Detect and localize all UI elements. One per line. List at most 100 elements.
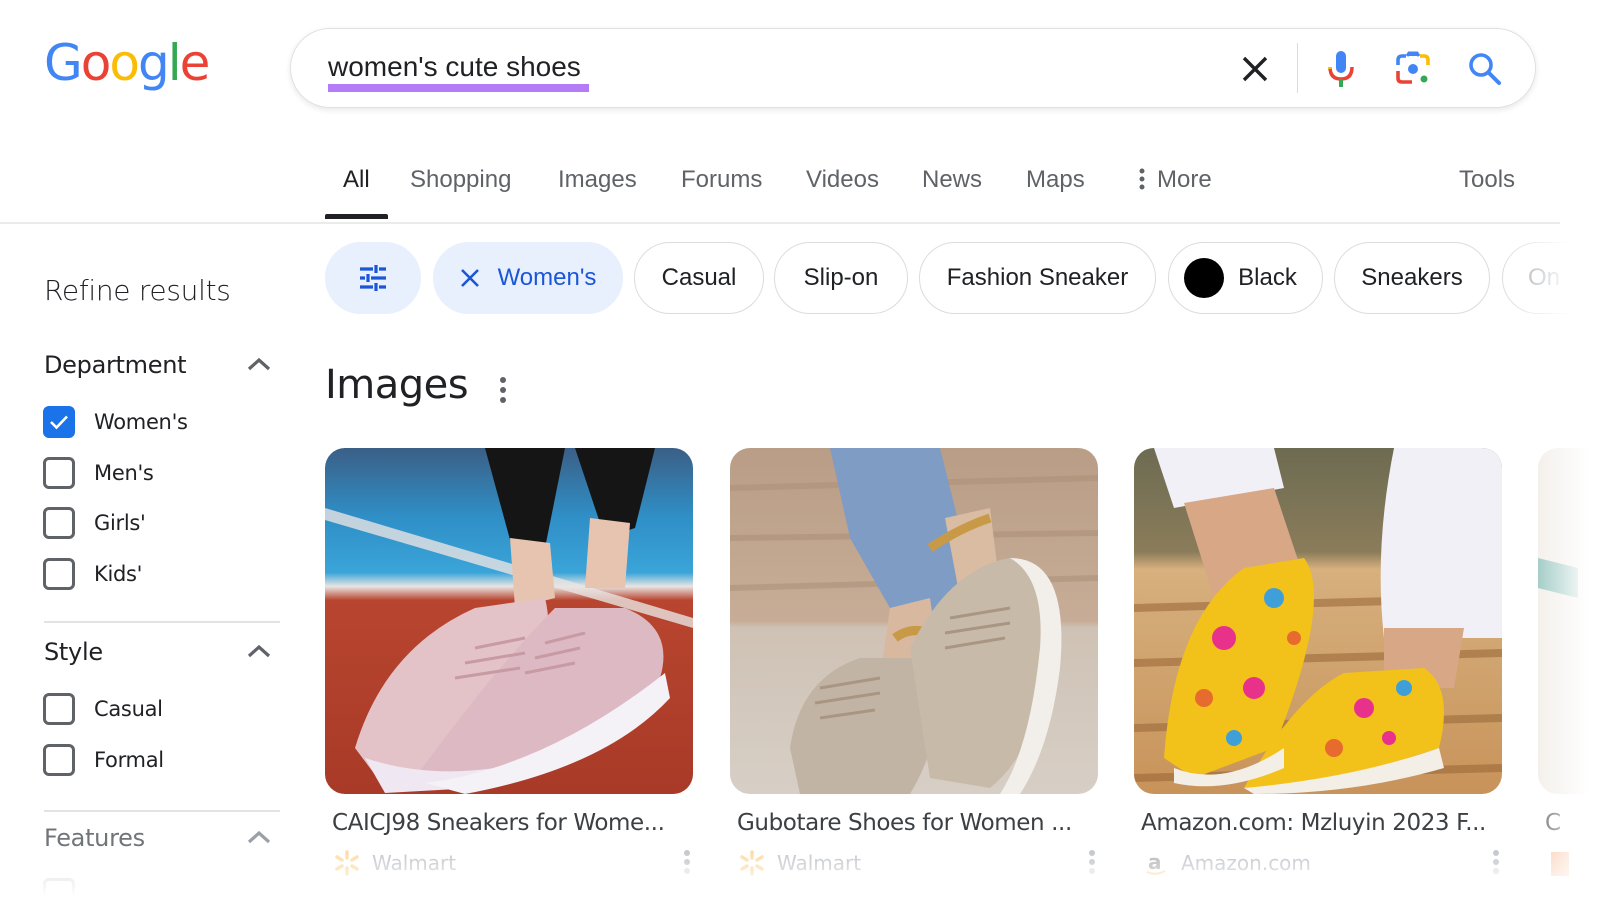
active-tab-indicator bbox=[325, 214, 388, 219]
result-title[interactable]: Amazon.com: Mzluyin 2023 F... bbox=[1141, 810, 1486, 836]
checkbox-mens[interactable]: Men's bbox=[43, 455, 154, 491]
more-vert-icon[interactable] bbox=[496, 376, 510, 404]
chip-black[interactable]: Black bbox=[1168, 242, 1323, 314]
more-vert-icon bbox=[1139, 168, 1145, 190]
chip-slip-on[interactable]: Slip-on bbox=[774, 242, 908, 314]
logo-letter: G bbox=[44, 34, 83, 92]
source-name: Walmart bbox=[777, 851, 862, 875]
svg-text:a: a bbox=[1148, 850, 1162, 874]
result-source[interactable]: Walmart bbox=[332, 848, 456, 878]
result-title[interactable]: C bbox=[1545, 810, 1561, 836]
source-name: Walmart bbox=[372, 851, 457, 875]
more-vert-icon[interactable] bbox=[1492, 848, 1500, 876]
partial-result-image bbox=[1538, 448, 1600, 794]
tools-button[interactable]: Tools bbox=[1459, 166, 1515, 194]
images-section-title: Images bbox=[325, 362, 469, 408]
chip-sneakers[interactable]: Sneakers bbox=[1334, 242, 1490, 314]
image-result-card[interactable]: CAICJ98 Sneakers for Wome... Walmart bbox=[325, 448, 693, 876]
logo-letter: o bbox=[80, 34, 112, 92]
result-title[interactable]: CAICJ98 Sneakers for Wome... bbox=[332, 810, 665, 836]
logo-letter: e bbox=[179, 34, 211, 92]
section-divider bbox=[44, 810, 280, 812]
chip-on[interactable]: On bbox=[1502, 242, 1600, 314]
bottom-scroll-fade bbox=[300, 845, 1600, 921]
chip-label: On bbox=[1528, 264, 1561, 291]
tab-more-label: More bbox=[1157, 166, 1212, 193]
beige-sneakers-image bbox=[730, 448, 1098, 794]
chip-label: Sneakers bbox=[1361, 264, 1463, 291]
favicon-icon bbox=[1545, 848, 1575, 878]
tab-maps[interactable]: Maps bbox=[1026, 166, 1085, 194]
more-vert-icon[interactable] bbox=[683, 848, 691, 876]
tab-shopping[interactable]: Shopping bbox=[410, 166, 511, 194]
image-result-card[interactable]: Gubotare Shoes for Women ... Walmart bbox=[730, 448, 1098, 876]
search-box[interactable]: women's cute shoes bbox=[290, 28, 1536, 108]
image-result-card[interactable]: Amazon.com: Mzluyin 2023 F... a Amazon.c… bbox=[1134, 448, 1502, 875]
tab-forums[interactable]: Forums bbox=[681, 166, 762, 194]
logo-letter: l bbox=[167, 34, 182, 92]
result-thumbnail[interactable] bbox=[730, 448, 1098, 794]
chip-womens[interactable]: Women's bbox=[433, 242, 623, 314]
tab-all[interactable]: All bbox=[343, 166, 370, 194]
tab-more[interactable]: More bbox=[1139, 166, 1212, 194]
checkbox-label: Girls' bbox=[94, 511, 146, 535]
result-source[interactable]: Walmart bbox=[737, 848, 861, 878]
sidebar-scroll-fade bbox=[0, 860, 300, 921]
remove-filter-icon bbox=[460, 269, 479, 287]
chip-label: Women's bbox=[497, 264, 597, 291]
search-icon[interactable] bbox=[1465, 49, 1505, 89]
amazon-logo-icon: a bbox=[1141, 848, 1171, 878]
checkbox-kids[interactable]: Kids' bbox=[43, 556, 142, 592]
clear-icon[interactable] bbox=[1235, 49, 1275, 89]
section-divider bbox=[44, 621, 280, 623]
checkbox[interactable] bbox=[43, 457, 75, 489]
checkbox-casual[interactable]: Casual bbox=[43, 691, 163, 727]
filter-settings-chip[interactable] bbox=[325, 242, 421, 314]
yellow-floral-shoes-image bbox=[1134, 448, 1502, 794]
checkmark-icon bbox=[50, 415, 68, 430]
result-thumbnail[interactable] bbox=[1134, 448, 1502, 794]
checkbox-womens[interactable]: Women's bbox=[43, 404, 188, 440]
checkbox[interactable] bbox=[43, 693, 75, 725]
result-thumbnail[interactable] bbox=[1538, 448, 1600, 794]
tab-images[interactable]: Images bbox=[558, 166, 637, 194]
tab-videos[interactable]: Videos bbox=[806, 166, 879, 194]
chevron-up-icon[interactable] bbox=[246, 356, 272, 372]
features-heading[interactable]: Features bbox=[44, 824, 145, 852]
checkbox[interactable] bbox=[43, 507, 75, 539]
chip-label: Slip-on bbox=[803, 264, 879, 291]
pink-sneakers-image bbox=[325, 448, 693, 794]
tab-news[interactable]: News bbox=[922, 166, 982, 194]
result-thumbnail[interactable] bbox=[325, 448, 693, 794]
logo-letter: g bbox=[137, 34, 170, 92]
result-source[interactable] bbox=[1545, 848, 1585, 878]
department-heading[interactable]: Department bbox=[44, 351, 187, 379]
result-title[interactable]: Gubotare Shoes for Women ... bbox=[737, 810, 1072, 836]
style-heading[interactable]: Style bbox=[44, 638, 103, 666]
search-input[interactable]: women's cute shoes bbox=[328, 51, 581, 83]
microphone-icon[interactable] bbox=[1321, 49, 1361, 89]
checkbox-label: Kids' bbox=[94, 562, 143, 586]
checkbox[interactable] bbox=[43, 558, 75, 590]
checkbox-label: Casual bbox=[94, 697, 163, 721]
chevron-up-icon[interactable] bbox=[246, 829, 272, 845]
checkbox[interactable] bbox=[43, 406, 75, 438]
more-vert-icon[interactable] bbox=[1088, 848, 1096, 876]
google-lens-icon[interactable] bbox=[1393, 49, 1433, 89]
logo-letter: o bbox=[109, 34, 140, 92]
checkbox[interactable] bbox=[43, 744, 75, 776]
query-highlight bbox=[328, 84, 589, 92]
chip-label: Fashion Sneaker bbox=[946, 264, 1129, 291]
google-logo[interactable]: Google bbox=[44, 34, 211, 92]
walmart-spark-icon bbox=[737, 848, 767, 878]
chevron-up-icon[interactable] bbox=[246, 643, 272, 659]
chip-fashion-sneaker[interactable]: Fashion Sneaker bbox=[919, 242, 1156, 314]
walmart-spark-icon bbox=[332, 848, 362, 878]
checkbox-label: Formal bbox=[94, 748, 164, 772]
checkbox-girls[interactable]: Girls' bbox=[43, 505, 146, 541]
checkbox-formal[interactable]: Formal bbox=[43, 742, 164, 778]
chip-casual[interactable]: Casual bbox=[634, 242, 764, 314]
image-result-card[interactable]: C bbox=[1538, 448, 1600, 876]
search-tabs: All Shopping Images Forums Videos News M… bbox=[0, 150, 1560, 224]
result-source[interactable]: a Amazon.com bbox=[1141, 848, 1311, 878]
